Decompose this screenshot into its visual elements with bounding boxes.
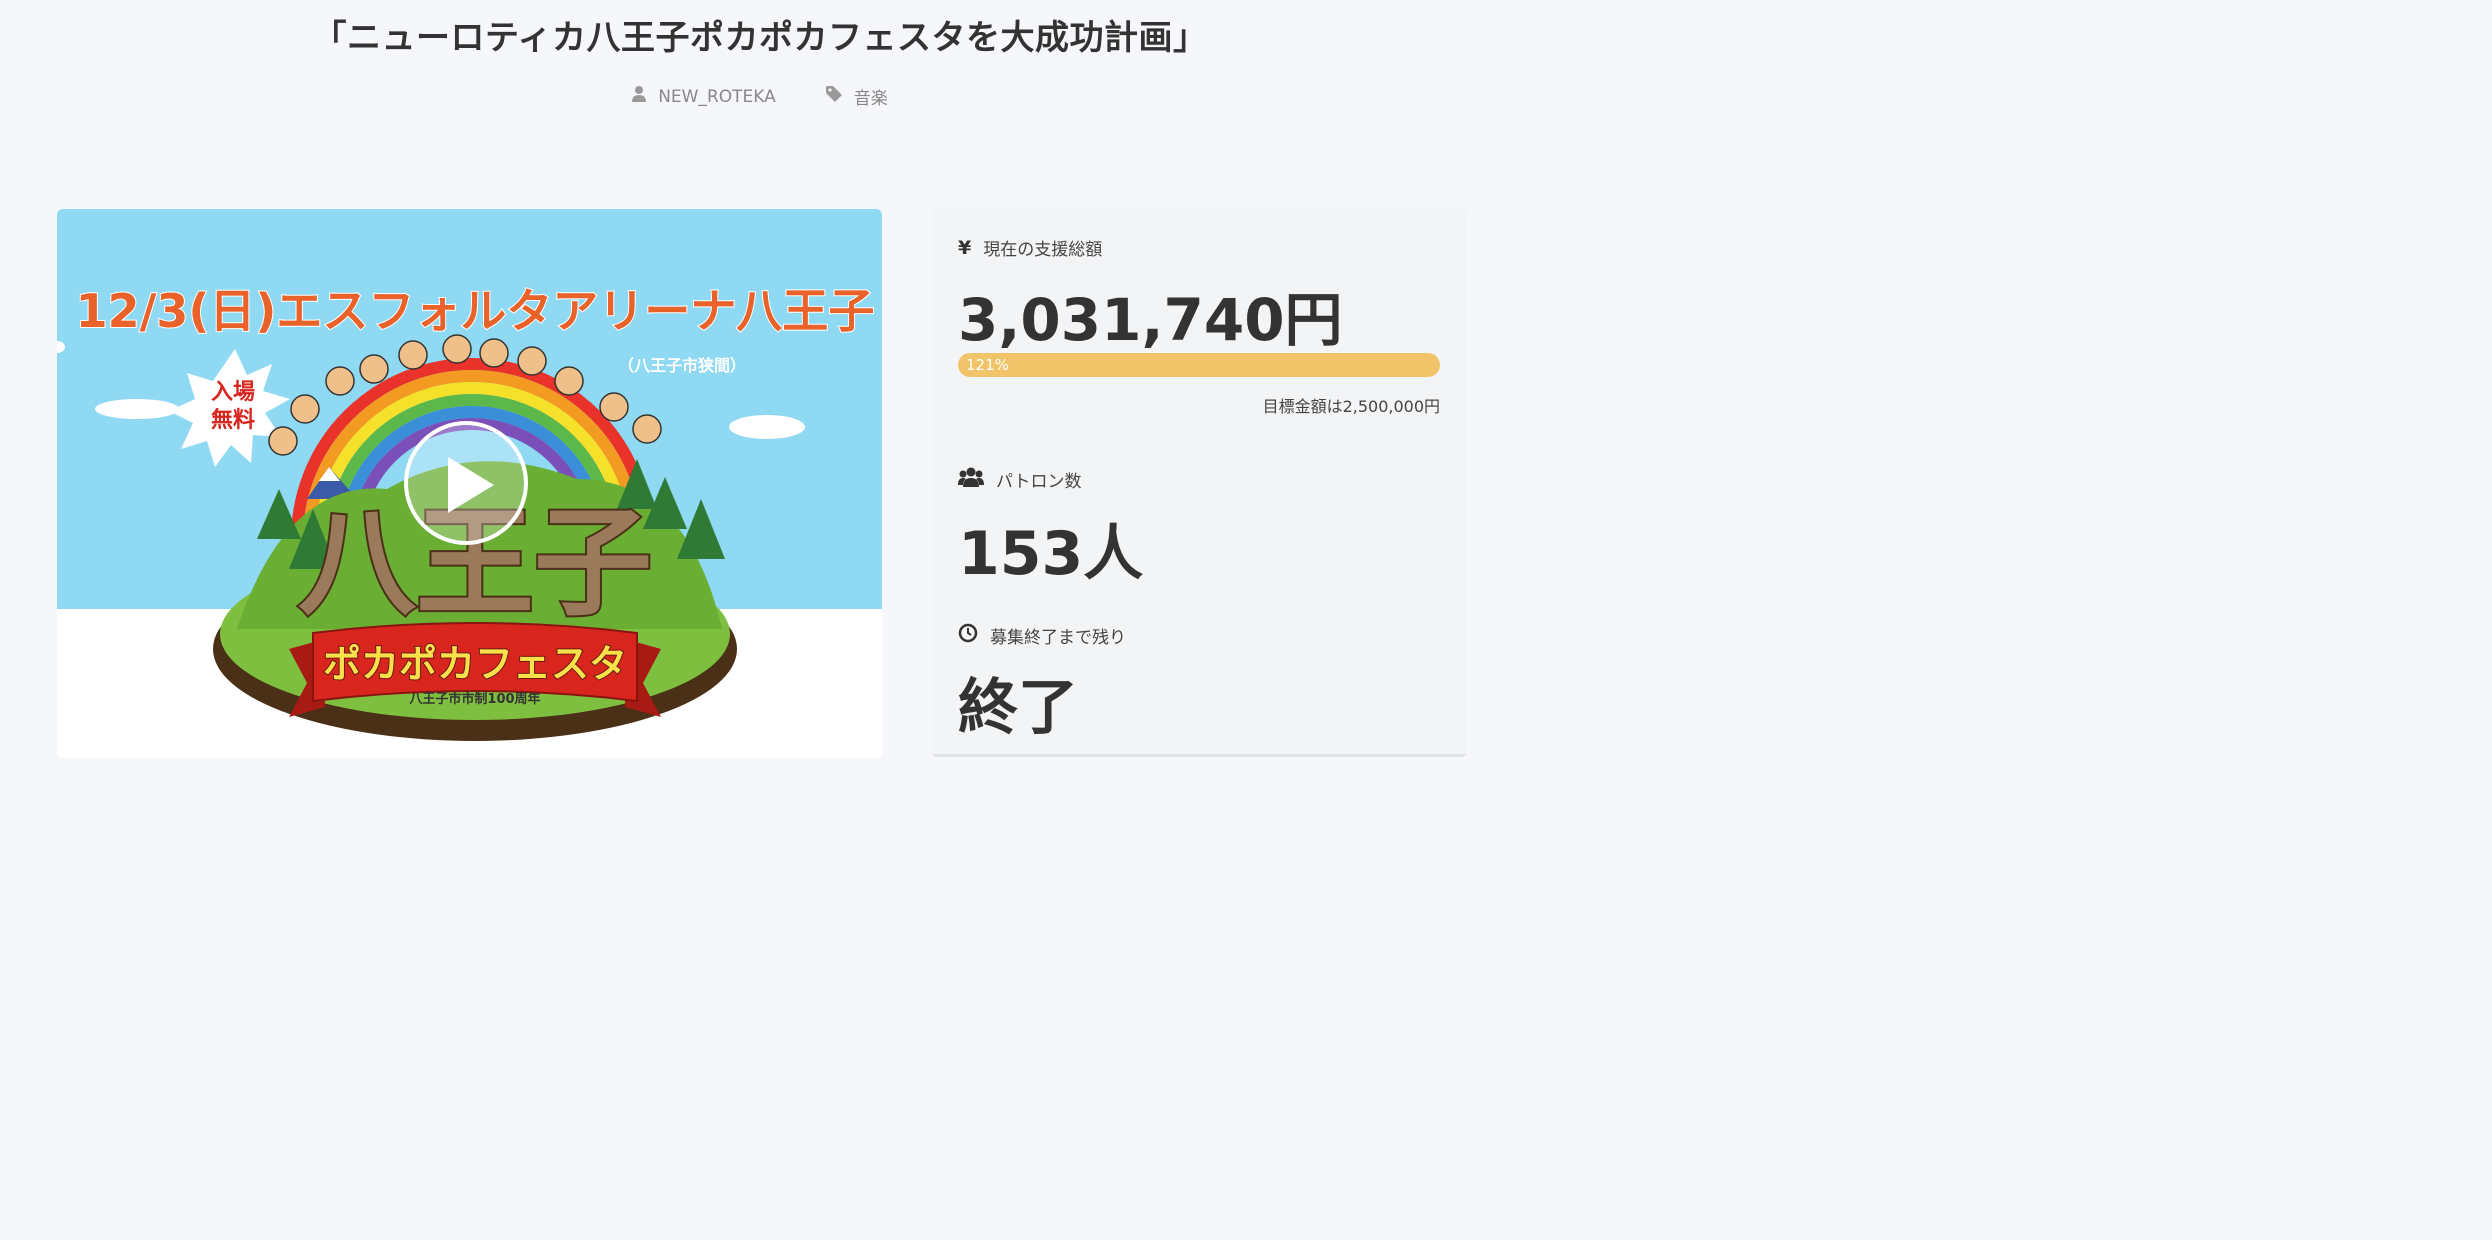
- remaining-value: 終了: [958, 673, 1078, 743]
- progress-text: 121%: [966, 356, 1009, 374]
- tag-icon: [825, 86, 842, 107]
- funding-label: 現在の支援総額: [983, 240, 1103, 260]
- funding-amount: 3,031,740円: [958, 286, 1343, 354]
- video-date-venue: 12/3(日)エスフォルタアリーナ八王子: [76, 284, 875, 338]
- play-icon: [448, 457, 494, 513]
- users-icon: [958, 467, 984, 492]
- remaining-label-row: 募集終了まで残り: [958, 623, 1126, 648]
- project-video[interactable]: 12/3(日)エスフォルタアリーナ八王子 （八王子市狭間） 入場 無料 八王子 …: [57, 209, 882, 758]
- video-venue-note: （八王子市狭間）: [618, 356, 746, 375]
- badge-line1: 入場: [211, 380, 255, 405]
- video-banner-sub: 八王子市市制100周年: [408, 691, 540, 707]
- project-meta: NEW_ROTEKA 音楽: [0, 84, 1520, 109]
- patron-count: 153人: [958, 519, 1144, 589]
- user-icon: [632, 86, 647, 107]
- clock-icon: [958, 623, 978, 648]
- patron-label-row: パトロン数: [958, 467, 1082, 492]
- funding-progress-bar: 121%: [958, 353, 1440, 377]
- author-link[interactable]: NEW_ROTEKA: [632, 84, 776, 109]
- play-button[interactable]: [404, 421, 528, 545]
- progress-fill: [958, 353, 1440, 377]
- patron-label: パトロン数: [996, 472, 1082, 492]
- funding-label-row: ¥ 現在の支援総額: [958, 235, 1103, 261]
- video-banner: ポカポカフェスタ: [323, 642, 627, 686]
- remaining-label: 募集終了まで残り: [990, 628, 1126, 648]
- goal-amount: 目標金額は2,500,000円: [1262, 397, 1440, 416]
- category-name: 音楽: [853, 89, 888, 109]
- funding-panel: ¥ 現在の支援総額 3,031,740円 121% 目標金額は2,500,000…: [932, 209, 1466, 757]
- page-title: 「ニューロティカ八王子ポカポカフェスタを大成功計画」: [312, 18, 1208, 58]
- category-link[interactable]: 音楽: [825, 84, 888, 109]
- badge-line2: 無料: [211, 407, 255, 433]
- author-name: NEW_ROTEKA: [658, 86, 776, 107]
- yen-icon: ¥: [958, 236, 972, 259]
